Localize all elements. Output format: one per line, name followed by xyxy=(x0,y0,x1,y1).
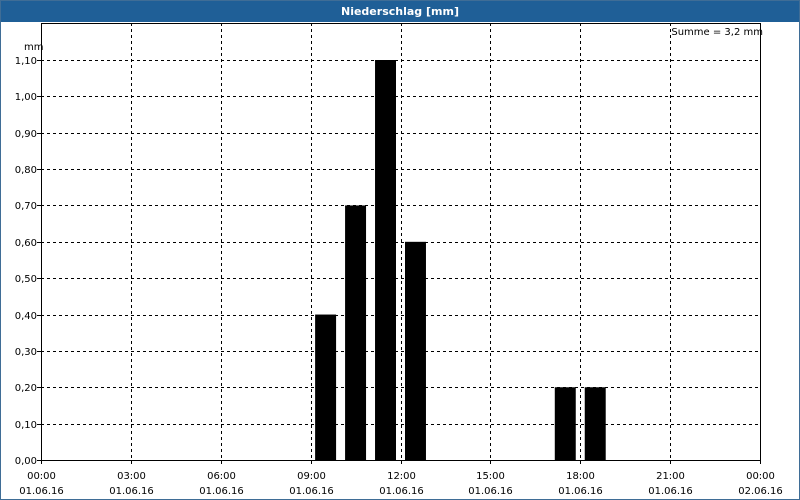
x-tick-date-label: 01.06.16 xyxy=(379,486,424,497)
precipitation-chart: mm 0,000,100,200,300,400,500,600,700,800… xyxy=(15,23,783,497)
y-tick-label: 0,30 xyxy=(15,347,37,358)
precipitation-bar xyxy=(554,387,576,460)
x-tick-date-label: 01.06.16 xyxy=(109,486,154,497)
y-tick-label: 0,10 xyxy=(15,420,37,431)
y-tick-label: 0,00 xyxy=(15,456,37,467)
x-tick-date-label: 01.06.16 xyxy=(468,486,513,497)
grid-lines xyxy=(41,23,760,460)
x-tick-date-label: 01.06.16 xyxy=(558,486,603,497)
x-tick-date-label: 01.06.16 xyxy=(199,486,244,497)
y-tick-label: 0,40 xyxy=(15,311,37,322)
y-tick-label: 1,10 xyxy=(15,56,37,67)
x-tick-time-label: 18:00 xyxy=(566,471,595,482)
x-tick-date-label: 01.06.16 xyxy=(648,486,693,497)
precipitation-bar xyxy=(404,241,426,460)
y-tick-label: 0,70 xyxy=(15,201,37,212)
x-tick-date-label: 01.06.16 xyxy=(19,486,64,497)
x-ticks: 00:00 01.06.16 03:00 01.06.16 06:00 01.06.16 0… xyxy=(19,460,783,497)
precipitation-bar xyxy=(315,314,337,460)
y-tick-label: 0,90 xyxy=(15,129,37,140)
x-tick-time-label: 03:00 xyxy=(117,471,146,482)
precipitation-bar xyxy=(584,387,606,460)
x-tick-time-label: 00:00 xyxy=(746,471,775,482)
x-tick-time-label: 15:00 xyxy=(476,471,505,482)
y-tick-label: 1,00 xyxy=(15,92,37,103)
y-tick-label: 0,80 xyxy=(15,165,37,176)
x-tick-time-label: 12:00 xyxy=(387,471,416,482)
y-tick-label: 0,50 xyxy=(15,274,37,285)
x-tick-time-label: 06:00 xyxy=(207,471,236,482)
precipitation-bar xyxy=(375,60,397,460)
x-tick-time-label: 09:00 xyxy=(297,471,326,482)
x-tick-time-label: 21:00 xyxy=(656,471,685,482)
precipitation-bar xyxy=(345,205,367,460)
y-axis-unit-label: mm xyxy=(24,42,43,53)
y-tick-label: 0,20 xyxy=(15,383,37,394)
x-tick-date-label: 01.06.16 xyxy=(289,486,334,497)
x-tick-date-label: 02.06.16 xyxy=(738,486,783,497)
x-tick-time-label: 00:00 xyxy=(27,471,56,482)
y-ticks: 0,00 0,10 0,20 0,30 0,40 0,50 0,60 0,70 0,80 0,90… xyxy=(15,56,41,467)
bars-group xyxy=(315,60,606,460)
y-tick-label: 0,60 xyxy=(15,238,37,249)
